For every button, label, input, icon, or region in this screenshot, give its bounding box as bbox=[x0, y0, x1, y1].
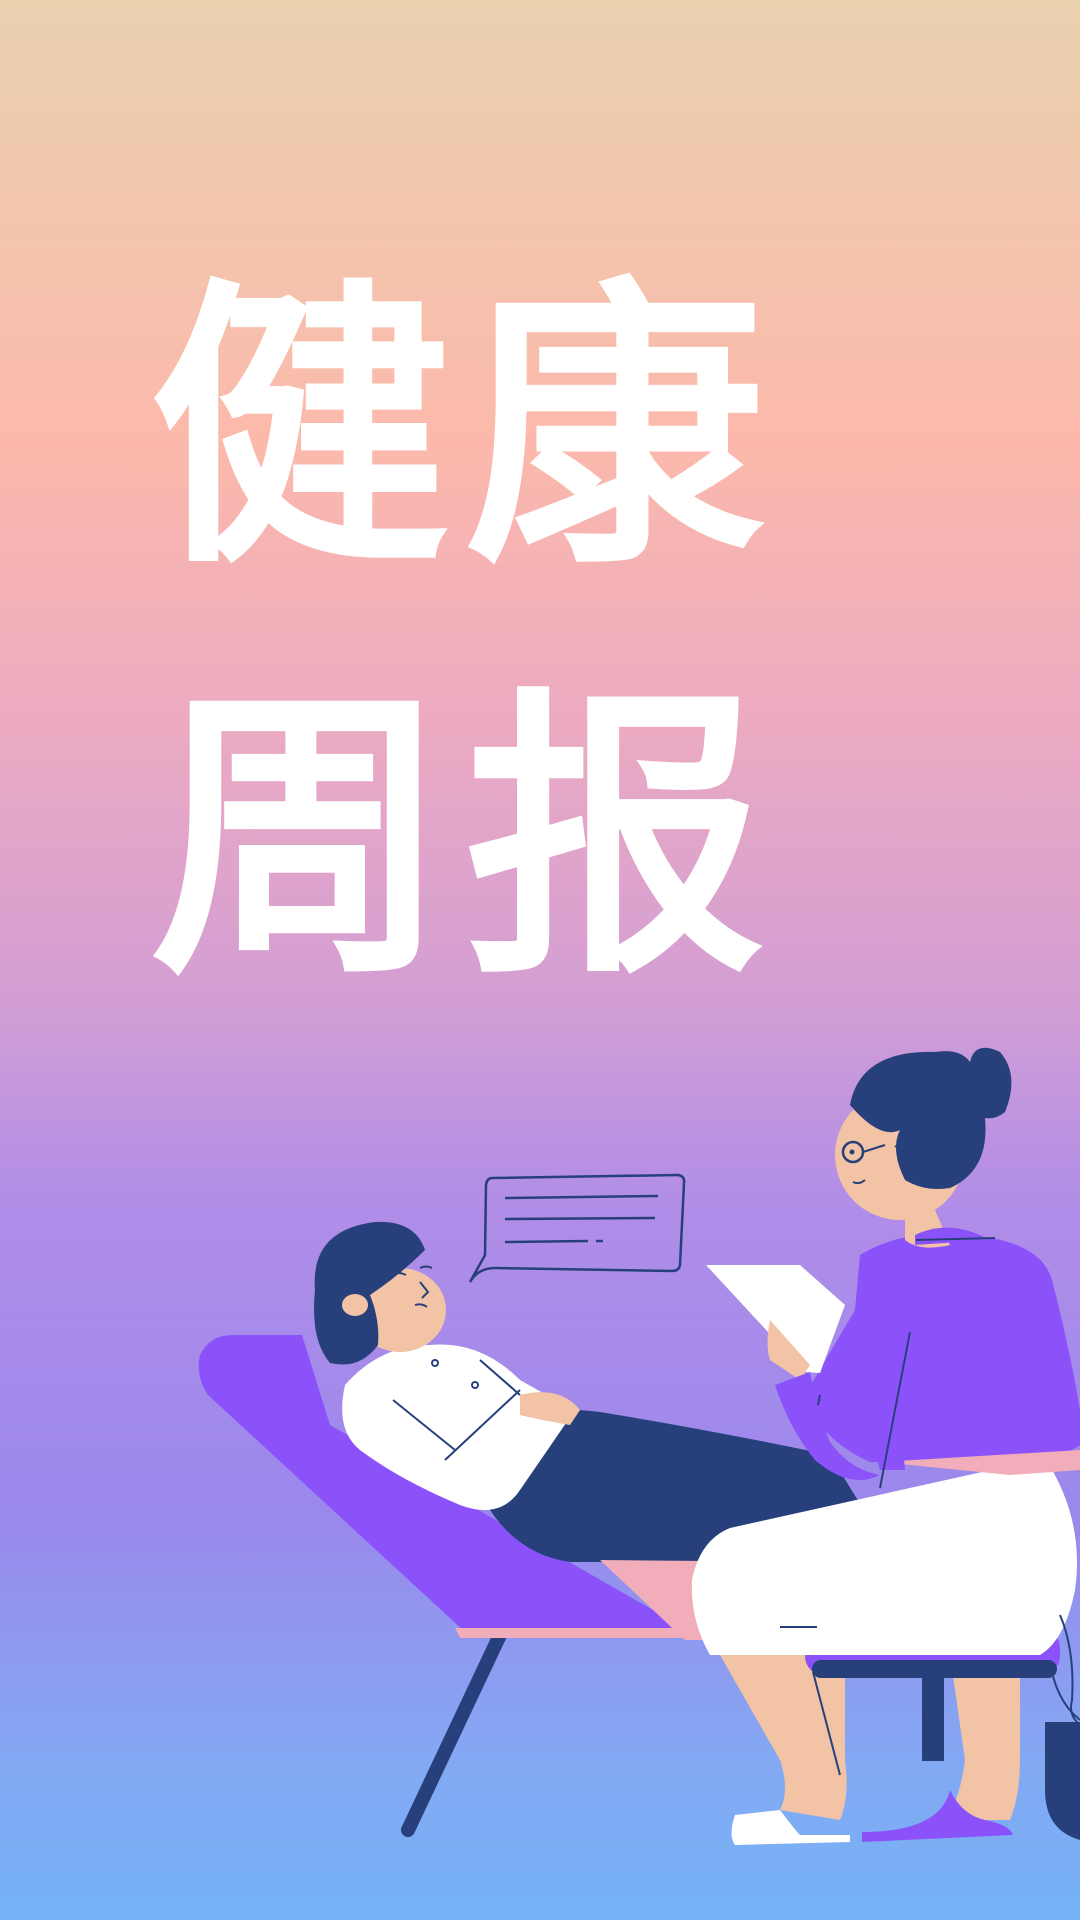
therapy-illustration bbox=[198, 1047, 1080, 1845]
speech-bubble-icon bbox=[468, 1173, 686, 1283]
